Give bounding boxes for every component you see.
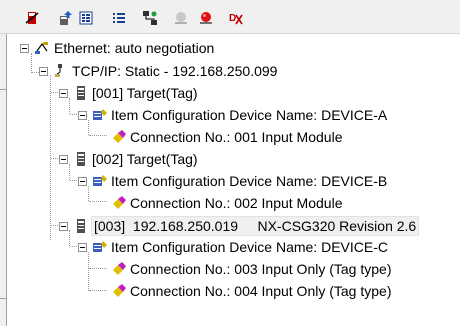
item-config-icon [92, 107, 108, 123]
collapse-toggle[interactable] [78, 111, 87, 120]
collapse-toggle[interactable] [59, 89, 68, 98]
connection-icon [111, 129, 127, 145]
check-icon[interactable]: D [227, 9, 245, 27]
device-icon [73, 218, 89, 234]
collapse-toggle[interactable] [59, 155, 68, 164]
tree-node-label: Connection No.: 004 Input Only (Tag type… [130, 283, 392, 299]
tcpip-plug-icon [52, 63, 68, 79]
tree-node-item-config-b[interactable]: Item Configuration Device Name: DEVICE-B [7, 171, 427, 191]
left-pane-edge[interactable] [0, 34, 7, 326]
collapse-toggle[interactable] [39, 67, 48, 76]
connection-icon [111, 283, 127, 299]
collapse-toggle[interactable] [20, 44, 29, 53]
tree-node-label: Connection No.: 002 Input Module [130, 195, 343, 211]
device-icon [73, 85, 89, 101]
tree-node-item-config-c[interactable]: Item Configuration Device Name: DEVICE-C [7, 237, 427, 257]
ethernet-port-icon [34, 40, 50, 56]
tree-node-label-selected: [003] 192.168.250.019 NX-CSG320 Revision… [91, 216, 420, 236]
device-icon [73, 151, 89, 167]
network-config-icon[interactable] [141, 9, 159, 27]
connection-icon [111, 261, 127, 277]
tree-node-label: Connection No.: 003 Input Only (Tag type… [130, 261, 392, 277]
tree-node-label: [001] Target(Tag) [92, 85, 198, 101]
offline-icon[interactable] [172, 9, 190, 27]
list-icon[interactable] [110, 9, 128, 27]
online-icon[interactable] [197, 9, 215, 27]
collapse-toggle[interactable] [78, 177, 87, 186]
tree-node-connection-001[interactable]: Connection No.: 001 Input Module [7, 127, 427, 147]
tree-node-tcpip[interactable]: TCP/IP: Static - 192.168.250.099 [7, 61, 427, 81]
delete-icon[interactable] [23, 9, 41, 27]
tree-node-label: [002] Target(Tag) [92, 151, 198, 167]
tree-node-label: Item Configuration Device Name: DEVICE-A [111, 107, 388, 123]
tree-node-ethernet[interactable]: Ethernet: auto negotiation [7, 38, 427, 58]
tree-node-connection-002[interactable]: Connection No.: 002 Input Module [7, 193, 427, 213]
tree-node-item-config-a[interactable]: Item Configuration Device Name: DEVICE-A [7, 105, 427, 125]
tree-node-label: TCP/IP: Static - 192.168.250.099 [72, 63, 278, 79]
collapse-toggle[interactable] [78, 243, 87, 252]
svg-text:D: D [229, 13, 236, 24]
tree-node-label: Item Configuration Device Name: DEVICE-C [111, 239, 388, 255]
tree-node-target-003[interactable]: [003] 192.168.250.019 NX-CSG320 Revision… [7, 216, 447, 236]
tree-node-target-001[interactable]: [001] Target(Tag) [7, 83, 427, 103]
network-tree: Ethernet: auto negotiation TCP/IP: Stati… [7, 34, 460, 326]
connection-icon [111, 195, 127, 211]
tree-node-label: Item Configuration Device Name: DEVICE-B [111, 173, 388, 189]
tree-node-connection-004[interactable]: Connection No.: 004 Input Only (Tag type… [7, 281, 427, 301]
upload-device-icon[interactable] [57, 9, 75, 27]
tree-node-label: Connection No.: 001 Input Module [130, 129, 343, 145]
tree-node-target-002[interactable]: [002] Target(Tag) [7, 149, 427, 169]
tree-node-connection-003[interactable]: Connection No.: 003 Input Only (Tag type… [7, 259, 427, 279]
item-config-icon [92, 239, 108, 255]
collapse-toggle[interactable] [59, 222, 68, 231]
tree-node-label: Ethernet: auto negotiation [54, 40, 215, 56]
item-config-icon [92, 173, 108, 189]
toolbar: D [0, 0, 460, 34]
device-list-icon[interactable] [77, 9, 95, 27]
